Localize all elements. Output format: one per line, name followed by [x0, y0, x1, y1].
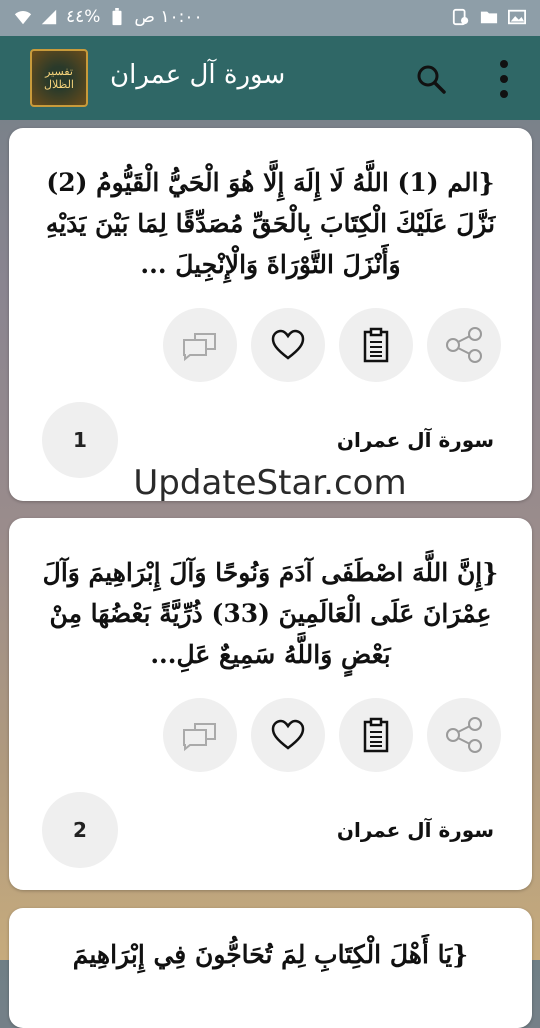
verse-card[interactable]: {يَا أَهْلَ الْكِتَابِ لِمَ تُحَاجُّونَ …	[9, 908, 532, 1028]
image-icon	[508, 9, 526, 25]
verse-number: 1	[42, 402, 118, 478]
comments-icon	[183, 333, 216, 362]
clipboard-icon	[363, 717, 389, 753]
verse-number: 2	[42, 792, 118, 868]
battery-percent: %٤٤	[66, 7, 101, 27]
favorite-button[interactable]	[251, 698, 325, 772]
clipboard-icon	[363, 327, 389, 363]
search-icon[interactable]	[416, 64, 446, 94]
status-right	[452, 8, 526, 26]
notification-icon	[452, 8, 469, 26]
favorite-button[interactable]	[251, 308, 325, 382]
logo-line2: الظلال	[44, 78, 74, 91]
share-button[interactable]	[427, 698, 501, 772]
clock: ١٠:٠٠ ص	[134, 7, 203, 27]
surah-name: سورة آل عمران	[336, 818, 494, 842]
share-icon	[446, 717, 482, 753]
verse-text: {يَا أَهْلَ الْكِتَابِ لِمَ تُحَاجُّونَ …	[72, 940, 469, 969]
heart-icon	[271, 329, 305, 360]
share-button[interactable]	[427, 308, 501, 382]
comments-button[interactable]	[163, 698, 237, 772]
status-bar: ١٠:٠٠ ص %٤٤	[0, 0, 540, 36]
verse-text: {إِنَّ اللَّهَ اصْطَفَى آدَمَ وَنُوحًا و…	[42, 558, 499, 669]
heart-icon	[271, 719, 305, 750]
verse-card[interactable]: {الم (1) اللَّهُ لَا إِلَهَ إِلَّا هُوَ …	[9, 128, 532, 501]
card-actions	[159, 308, 511, 382]
copy-button[interactable]	[339, 698, 413, 772]
page-title: سورة آل عمران	[110, 60, 286, 90]
more-vert-icon[interactable]	[494, 58, 514, 100]
folder-icon	[480, 11, 498, 24]
signal-icon	[41, 9, 57, 25]
comments-icon	[183, 723, 216, 752]
card-actions	[159, 698, 511, 772]
verse-card[interactable]: {إِنَّ اللَّهَ اصْطَفَى آدَمَ وَنُوحًا و…	[9, 518, 532, 890]
comments-button[interactable]	[163, 308, 237, 382]
copy-button[interactable]	[339, 308, 413, 382]
verse-text: {الم (1) اللَّهُ لَا إِلَهَ إِلَّا هُوَ …	[45, 168, 496, 279]
app-logo: تفسير الظلال	[30, 49, 88, 107]
share-icon	[446, 327, 482, 363]
status-left: ١٠:٠٠ ص %٤٤	[14, 7, 203, 27]
app-bar: تفسير الظلال سورة آل عمران	[0, 36, 540, 120]
logo-line1: تفسير	[45, 65, 73, 78]
wifi-icon	[14, 11, 32, 25]
battery-icon	[112, 8, 122, 26]
surah-name: سورة آل عمران	[336, 428, 494, 452]
